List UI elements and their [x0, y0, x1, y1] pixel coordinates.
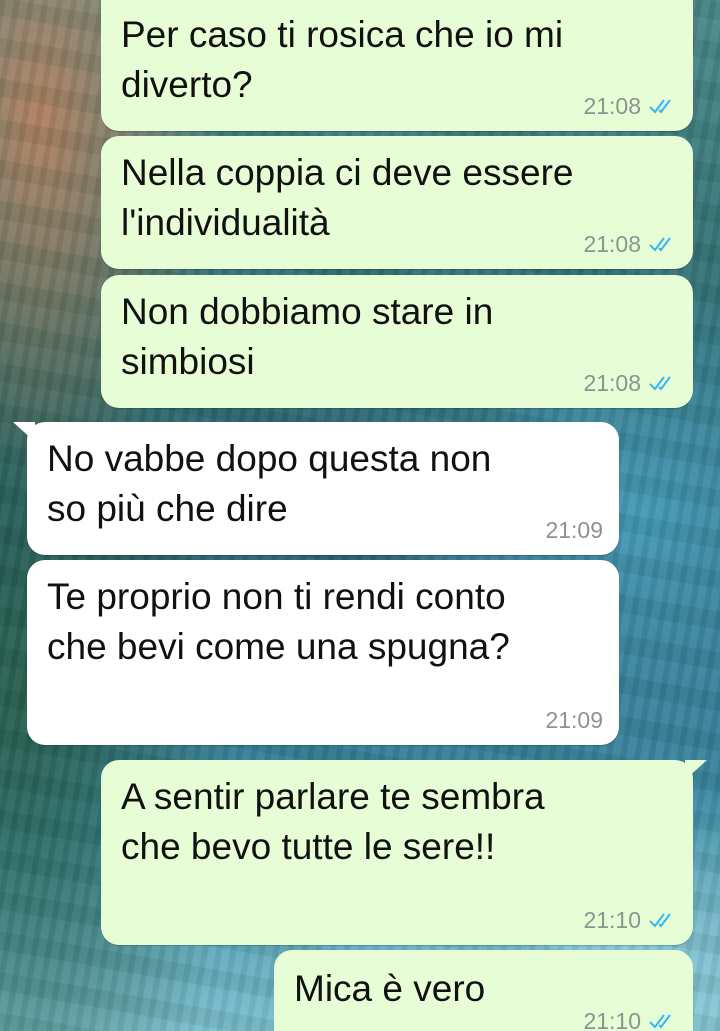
message-bubble-outgoing[interactable]: A sentir parlare te sembra che bevo tutt…	[101, 760, 707, 945]
message-bubble-outgoing[interactable]: Non dobbiamo stare in simbiosi 21:08	[101, 275, 693, 408]
message-time: 21:09	[545, 707, 603, 733]
message-text: A sentir parlare te sembra che bevo tutt…	[121, 776, 545, 867]
message-meta: 21:10	[583, 907, 677, 933]
message-time: 21:09	[545, 517, 603, 543]
message-time: 21:08	[583, 370, 641, 396]
message-meta: 21:08	[583, 370, 677, 396]
message-time: 21:08	[583, 93, 641, 119]
double-check-icon	[649, 237, 671, 252]
message-bubble-outgoing[interactable]: Per caso ti rosica che io mi diverto? 21…	[101, 0, 693, 131]
message-time: 21:10	[583, 907, 641, 933]
message-text: No vabbe dopo questa non so più che dire	[47, 438, 492, 529]
message-meta: 21:08	[583, 231, 677, 257]
message-bubble-incoming[interactable]: Te proprio non ti rendi conto che bevi c…	[27, 560, 619, 745]
message-bubble-outgoing[interactable]: Nella coppia ci deve essere l'individual…	[101, 136, 693, 269]
double-check-icon	[649, 913, 671, 928]
double-check-icon	[649, 99, 671, 114]
message-bubble-outgoing[interactable]: Mica è vero 21:10	[274, 950, 693, 1031]
message-meta: 21:08	[583, 93, 677, 119]
message-meta: 21:09	[545, 707, 603, 733]
message-meta: 21:09	[545, 517, 603, 543]
message-meta: 21:10	[583, 1008, 677, 1031]
message-time: 21:10	[583, 1008, 641, 1031]
message-text: Mica è vero	[294, 968, 486, 1009]
message-time: 21:08	[583, 231, 641, 257]
message-bubble-incoming[interactable]: No vabbe dopo questa non so più che dire…	[13, 422, 619, 555]
message-text: Te proprio non ti rendi conto che bevi c…	[47, 576, 510, 667]
double-check-icon	[649, 376, 671, 391]
double-check-icon	[649, 1014, 671, 1029]
